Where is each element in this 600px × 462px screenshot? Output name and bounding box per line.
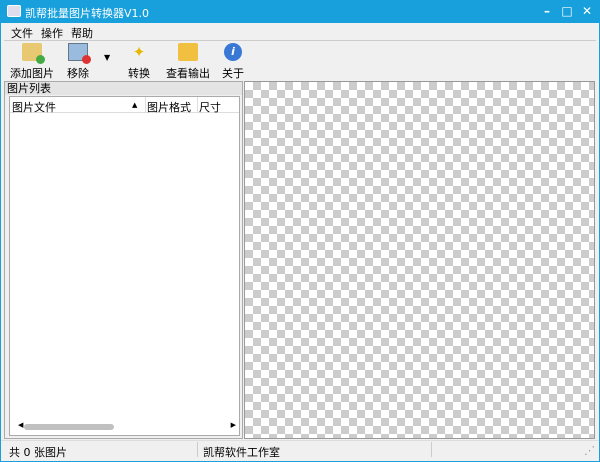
about-button[interactable]: i 关于: [222, 43, 244, 81]
horizontal-scrollbar[interactable]: ◀ ▶: [14, 421, 236, 433]
image-count: 共 0 张图片: [9, 446, 67, 459]
toolbar: 添加图片 移除 ▼ ✦ 转换 查看输出 i 关于: [4, 40, 596, 81]
open-folder-icon: [178, 43, 198, 61]
maximize-button[interactable]: □: [559, 3, 575, 19]
sort-asc-icon: ▲: [132, 101, 138, 109]
panel-title: 图片列表: [5, 82, 242, 95]
menu-help[interactable]: 帮助: [71, 25, 93, 41]
remove-button[interactable]: 移除: [67, 43, 91, 81]
magic-wand-icon: ✦: [132, 43, 146, 61]
image-preview: [244, 81, 595, 439]
view-output-button[interactable]: 查看输出: [166, 43, 210, 81]
scroll-right-icon[interactable]: ▶: [231, 421, 236, 429]
scroll-left-icon[interactable]: ◀: [18, 421, 23, 429]
column-format[interactable]: 图片格式: [147, 99, 191, 115]
convert-button[interactable]: ✦ 转换: [128, 43, 150, 81]
add-image-button[interactable]: 添加图片: [10, 43, 54, 81]
info-icon: i: [224, 43, 242, 61]
resize-grip-icon[interactable]: ⋰: [584, 444, 595, 457]
menu-bar: 文件 操作 帮助: [1, 24, 599, 40]
remove-dropdown-arrow[interactable]: ▼: [104, 53, 110, 62]
scrollbar-thumb[interactable]: [24, 424, 114, 430]
status-bar: 共 0 张图片 凯帮软件工作室 ⋰: [1, 440, 599, 459]
column-file[interactable]: 图片文件: [12, 99, 56, 115]
app-icon: [7, 5, 21, 17]
remove-image-icon: [68, 43, 91, 64]
menu-file[interactable]: 文件: [11, 25, 33, 41]
window-title: 凯帮批量图片转换器V1.0: [25, 7, 150, 20]
list-header: 图片文件 ▲ 图片格式 尺寸: [10, 97, 239, 115]
menu-operate[interactable]: 操作: [41, 25, 63, 41]
minimize-button[interactable]: –: [539, 3, 555, 19]
image-list[interactable]: 图片文件 ▲ 图片格式 尺寸 ◀ ▶: [9, 96, 240, 436]
image-list-panel: 图片列表 图片文件 ▲ 图片格式 尺寸 ◀ ▶: [4, 81, 243, 439]
title-bar: 凯帮批量图片转换器V1.0 – □ ✕: [1, 0, 599, 23]
main-window: 凯帮批量图片转换器V1.0 – □ ✕ 文件 操作 帮助 添加图片 移除 ▼ ✦…: [1, 0, 599, 461]
column-size[interactable]: 尺寸: [199, 99, 221, 115]
close-button[interactable]: ✕: [579, 3, 595, 19]
add-folder-icon: [22, 43, 45, 64]
studio-name: 凯帮软件工作室: [203, 446, 280, 459]
